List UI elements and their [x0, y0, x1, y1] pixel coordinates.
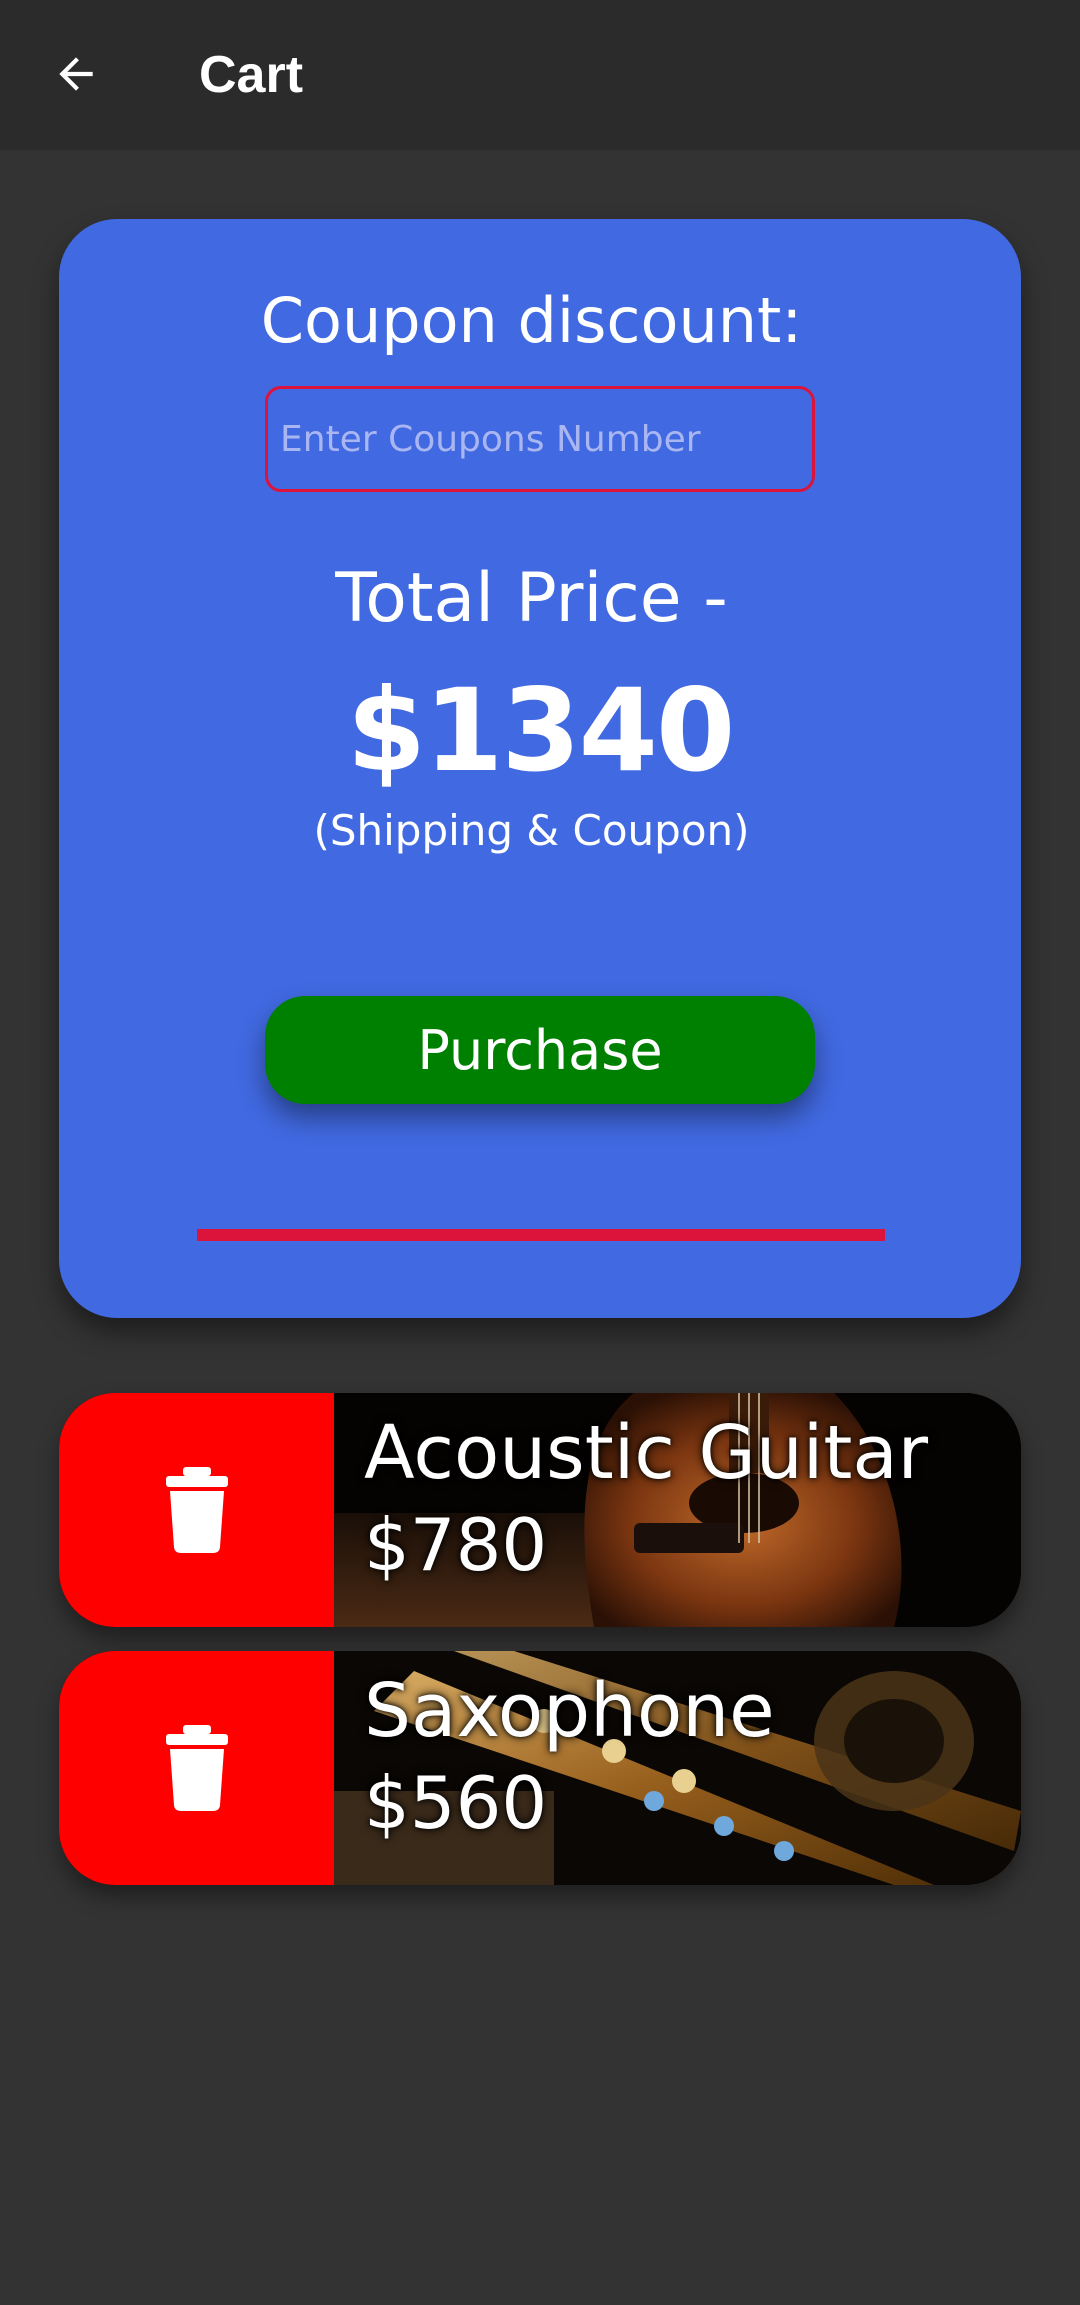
coupon-label: Coupon discount:: [260, 284, 803, 357]
item-price: $780: [364, 1503, 548, 1587]
trash-icon: [165, 1467, 228, 1553]
arrow-left-icon: [59, 57, 93, 91]
order-summary-card: Coupon discount: Total Price - $1340 (Sh…: [59, 219, 1021, 1318]
item-name: Saxophone: [364, 1668, 775, 1754]
app-bar: Cart: [0, 0, 1080, 150]
total-price-value: $1340: [346, 664, 736, 797]
item-price: $560: [364, 1761, 548, 1845]
divider: [197, 1229, 885, 1241]
cart-item-saxophone[interactable]: Saxophone $560: [59, 1651, 1021, 1885]
cart-item-acoustic-guitar[interactable]: Acoustic Guitar $780: [59, 1393, 1021, 1627]
back-button[interactable]: [38, 36, 114, 112]
total-price-label: Total Price -: [335, 559, 728, 638]
coupon-input[interactable]: [265, 386, 815, 492]
purchase-button[interactable]: Purchase: [265, 996, 815, 1104]
delete-button[interactable]: [59, 1393, 334, 1627]
item-name: Acoustic Guitar: [364, 1410, 929, 1496]
trash-icon: [165, 1725, 228, 1811]
page-title: Cart: [199, 46, 304, 104]
delete-button[interactable]: [59, 1651, 334, 1885]
total-price-note: (Shipping & Coupon): [313, 806, 750, 855]
